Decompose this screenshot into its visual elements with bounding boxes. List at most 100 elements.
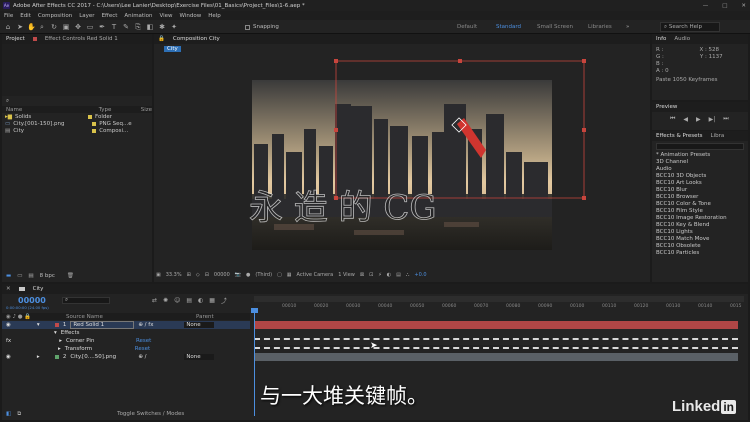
clone-tool-icon[interactable]: ⎘ <box>134 23 142 31</box>
layer-bar-red-solid[interactable] <box>254 321 738 329</box>
parent-select[interactable]: None <box>184 354 215 360</box>
layer-switches-icon[interactable]: ◧ <box>6 411 11 417</box>
mask-tool-icon[interactable]: ▭ <box>86 23 94 31</box>
table-row[interactable]: ◉ ▸ 2 City.[0....50].png ⊕ / None <box>2 353 250 361</box>
col-name[interactable]: Name <box>6 107 89 113</box>
list-item[interactable]: BCC10 Browser <box>652 194 748 201</box>
list-item[interactable]: BCC10 Image Restoration <box>652 215 748 222</box>
layer-switches-icon[interactable]: ⊕ / <box>138 354 180 360</box>
expand-icon[interactable]: ▾ <box>54 330 57 336</box>
col-source-name[interactable]: Source Name <box>66 314 186 320</box>
list-item[interactable]: BCC10 Film Style <box>652 208 748 215</box>
list-item[interactable]: BCC10 Obsolete <box>652 243 748 250</box>
col-type[interactable]: Type <box>99 107 131 113</box>
exposure-value[interactable]: +0.0 <box>414 272 426 278</box>
checkbox-icon[interactable] <box>245 24 250 30</box>
list-item[interactable]: BCC10 Particles <box>652 250 748 257</box>
camera-select[interactable]: Active Camera <box>297 272 334 278</box>
list-item[interactable]: BCC10 Art Looks <box>652 180 748 187</box>
expand-icon[interactable]: ▸ <box>37 354 51 360</box>
table-row[interactable]: ▸ Transform Reset <box>2 345 250 353</box>
snapshot-icon[interactable]: 📷 <box>235 272 241 278</box>
camera-tool-icon[interactable]: ▣ <box>62 23 70 31</box>
timeline-search[interactable]: ⌕ <box>62 297 110 304</box>
pen-tool-icon[interactable]: ✒ <box>98 23 106 31</box>
menu-view[interactable]: View <box>159 13 172 19</box>
timeline-timecode[interactable]: 00000 <box>18 296 46 305</box>
type-tool-icon[interactable]: T <box>110 23 118 31</box>
region-icon[interactable]: ◇ <box>196 272 200 278</box>
search-help-field[interactable]: ⌕ Search Help <box>660 22 720 32</box>
list-item[interactable]: 3D Channel <box>652 159 748 166</box>
list-item[interactable]: ▤ City Composi... <box>2 127 152 134</box>
list-item[interactable]: BCC10 Color & Tone <box>652 201 748 208</box>
corner-pin-keyframes[interactable] <box>254 338 738 340</box>
eraser-tool-icon[interactable]: ◧ <box>146 23 154 31</box>
toggle-pixel-icon[interactable]: ⊠ <box>360 272 364 278</box>
layer-name[interactable]: City.[0....50].png <box>70 354 134 360</box>
menu-file[interactable]: File <box>4 13 13 19</box>
tab-libraries[interactable]: Libra <box>711 133 725 139</box>
close-button[interactable]: ✕ <box>741 3 746 9</box>
effects-search[interactable] <box>652 142 748 151</box>
list-item[interactable]: * Animation Presets <box>652 152 748 159</box>
table-row[interactable]: ▾ Effects <box>2 329 250 337</box>
menu-effect[interactable]: Effect <box>102 13 118 19</box>
layer-bar-city[interactable] <box>254 353 738 361</box>
tab-audio[interactable]: Audio <box>674 36 690 42</box>
first-frame-icon[interactable]: ⏮ <box>670 115 675 123</box>
col-size[interactable]: Size <box>141 107 152 113</box>
menu-help[interactable]: Help <box>208 13 221 19</box>
playhead-handle[interactable] <box>251 308 258 313</box>
minimize-button[interactable]: — <box>703 3 709 9</box>
menu-layer[interactable]: Layer <box>79 13 94 19</box>
time-ruler[interactable]: 00010 00020 00030 00040 00050 00060 0007… <box>254 302 744 311</box>
draft-3d-icon[interactable]: ⊡ <box>369 272 373 278</box>
trash-icon[interactable]: 🗑 <box>67 273 74 279</box>
shy-icon[interactable]: ☺ <box>174 297 180 304</box>
workspace-default[interactable]: Default <box>457 24 477 30</box>
roi-icon[interactable]: ▢ <box>277 272 282 278</box>
interpret-footage-icon[interactable]: ▬ <box>6 273 11 279</box>
list-item[interactable]: ▸▆ Solids Folder <box>2 113 152 120</box>
selection-tool-icon[interactable]: ➤ <box>16 23 24 31</box>
toggle-switches-modes[interactable]: Toggle Switches / Modes <box>117 411 184 417</box>
list-item[interactable]: BCC10 Blur <box>652 187 748 194</box>
comp-viewer[interactable]: 永 造 的 CG <box>154 34 650 282</box>
mask-visibility-icon[interactable]: ⊟ <box>205 272 209 278</box>
layer-switches-icon[interactable]: ⊕ / fx <box>138 322 180 328</box>
bpc-label[interactable]: 8 bpc <box>40 273 55 279</box>
table-row[interactable]: ◉ ▾ 1 Red Solid 1 ⊕ / fx None <box>2 321 250 329</box>
always-preview-icon[interactable]: ▣ <box>156 272 161 278</box>
transfer-controls-icon[interactable]: ⧉ <box>17 411 21 418</box>
menu-animation[interactable]: Animation <box>124 13 152 19</box>
new-comp-icon[interactable]: ▤ <box>28 273 33 279</box>
motion-blur-icon[interactable]: ◐ <box>198 297 203 304</box>
graph-editor-icon[interactable]: ▦ <box>209 297 215 304</box>
tab-effect-controls[interactable]: Effect Controls Red Solid 1 <box>45 36 118 42</box>
grid-icon[interactable]: ⊞ <box>187 272 191 278</box>
list-item[interactable]: BCC10 Match Move <box>652 236 748 243</box>
expand-icon[interactable]: ▸ <box>58 346 61 352</box>
pan-behind-tool-icon[interactable]: ✥ <box>74 23 82 31</box>
visibility-icon[interactable]: ◉ <box>6 354 11 360</box>
flowchart-icon[interactable]: ⛬ <box>406 272 410 278</box>
motion-blur-icon[interactable]: ◐ <box>387 272 391 278</box>
table-row[interactable]: fx ▸ Corner Pin Reset <box>2 337 250 345</box>
timeline-icon[interactable]: ▤ <box>396 272 401 278</box>
list-item[interactable]: BCC10 Lights <box>652 229 748 236</box>
roto-brush-icon[interactable]: ✱ <box>158 23 166 31</box>
layer-name[interactable]: Red Solid 1 <box>70 321 135 329</box>
tab-effects-presets[interactable]: Effects & Presets <box>656 133 703 139</box>
close-tab-icon[interactable]: ✕ <box>6 286 11 292</box>
resolution-select[interactable]: (Third) <box>255 272 272 278</box>
transform-keyframes[interactable] <box>254 347 738 349</box>
expand-icon[interactable]: ▾ <box>37 322 51 328</box>
fast-preview-icon[interactable]: ⚡ <box>378 272 382 278</box>
draft-3d-icon[interactable]: ✺ <box>163 297 168 304</box>
prev-frame-icon[interactable]: ◀ <box>683 116 688 123</box>
hand-tool-icon[interactable]: ✋ <box>27 23 36 31</box>
reset-link[interactable]: Reset <box>136 338 151 344</box>
reset-link[interactable]: Reset <box>135 346 150 352</box>
view-layout-select[interactable]: 1 View <box>338 272 355 278</box>
